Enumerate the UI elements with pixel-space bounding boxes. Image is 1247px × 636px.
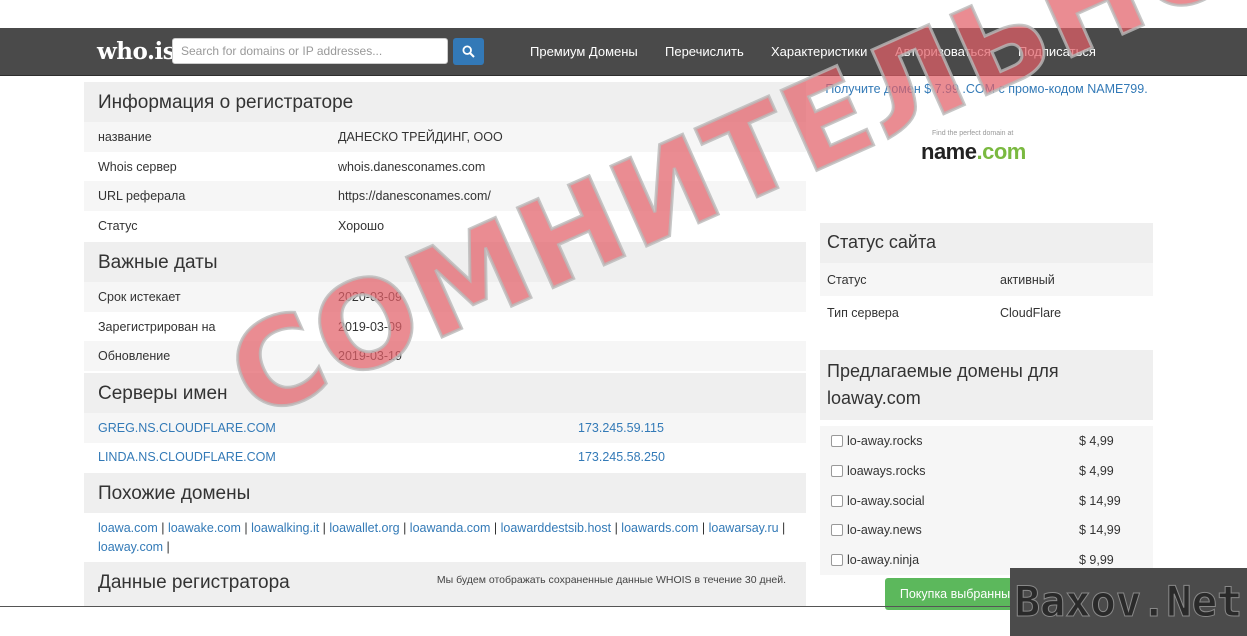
site-status-title: Статус сайта	[827, 232, 937, 252]
similar-domains-title: Похожие домены	[98, 483, 251, 504]
site-status-header: Статус сайта	[820, 223, 1153, 263]
nameserver-link[interactable]: GREG.NS.CLOUDFLARE.COM	[98, 421, 276, 435]
nameserver-row: LINDA.NS.CLOUDFLARE.COM 173.245.58.250	[84, 442, 806, 472]
domain-checkbox[interactable]	[831, 495, 843, 507]
similar-domain-link[interactable]: loawa.com	[98, 521, 158, 535]
suggested-title: Предлагаемые домены для loaway.com	[827, 361, 1059, 408]
suggested-header: Предлагаемые домены для loaway.com	[820, 350, 1153, 420]
ip-link[interactable]: 173.245.58.250	[578, 450, 665, 464]
domain-checkbox[interactable]	[831, 435, 843, 447]
ip-link[interactable]: 173.245.59.115	[578, 421, 664, 435]
domain-checkbox[interactable]	[831, 465, 843, 477]
suggested-domain-row: lo-away.news $ 14,99	[820, 515, 1153, 545]
registrar-data-title: Данные регистратора	[98, 572, 290, 593]
suggested-domain-row: lo-away.rocks $ 4,99	[820, 426, 1153, 456]
watermark-logo: Baxov.Net	[1010, 568, 1247, 636]
status-row: Статус активный	[820, 263, 1153, 296]
registrar-info-title: Информация о регистраторе	[98, 92, 354, 113]
domain-checkbox[interactable]	[831, 524, 843, 536]
similar-domain-link[interactable]: loawalking.it	[251, 521, 319, 535]
site-logo[interactable]: who.is	[97, 38, 176, 65]
dates-title: Важные даты	[98, 252, 218, 273]
suggested-domain-row: loaways.rocks $ 4,99	[820, 456, 1153, 486]
registrar-data-header: Данные регистратора Мы будем отображать …	[84, 562, 806, 606]
similar-domain-link[interactable]: loawallet.org	[329, 521, 399, 535]
nav-list[interactable]: Перечислить	[665, 44, 744, 59]
nameservers-title: Серверы имен	[98, 383, 228, 404]
similar-domains-list: loawa.com | loawake.com | loawalking.it …	[98, 521, 786, 554]
similar-domain-link[interactable]: loawarsay.ru	[709, 521, 779, 535]
similar-domains-header: Похожие домены	[84, 473, 806, 513]
status-row: Тип сервера CloudFlare	[827, 306, 1062, 320]
similar-domain-link[interactable]: loawarddestsib.host	[501, 521, 611, 535]
similar-domain-link[interactable]: loawanda.com	[410, 521, 491, 535]
search-input[interactable]	[172, 38, 448, 64]
nameserver-link[interactable]: LINDA.NS.CLOUDFLARE.COM	[98, 450, 276, 464]
search-button[interactable]	[453, 38, 484, 65]
similar-domain-link[interactable]: loawake.com	[168, 521, 241, 535]
suggested-domain-row: lo-away.social $ 14,99	[820, 486, 1153, 516]
similar-domain-link[interactable]: loaway.com	[98, 540, 163, 554]
domain-checkbox[interactable]	[831, 554, 843, 566]
nameserver-row: GREG.NS.CLOUDFLARE.COM 173.245.59.115	[84, 413, 806, 443]
nav-premium-domains[interactable]: Премиум Домены	[530, 44, 638, 59]
nameservers-header: Серверы имен	[84, 373, 806, 413]
registrar-data-note: Мы будем отображать сохраненные данные W…	[436, 574, 786, 586]
search-icon	[462, 45, 475, 58]
similar-domain-link[interactable]: loawards.com	[621, 521, 698, 535]
